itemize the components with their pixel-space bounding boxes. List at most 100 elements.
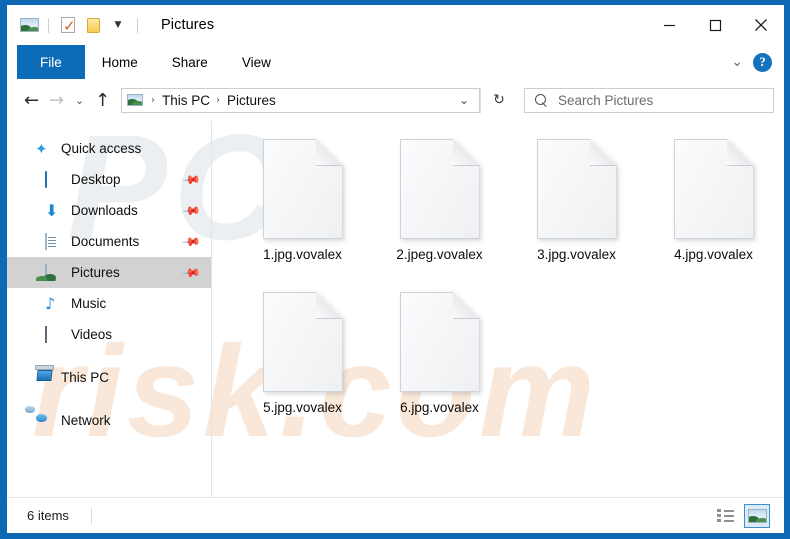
sidebar-item-label: Downloads	[71, 203, 138, 218]
search-input[interactable]: Search Pictures	[558, 93, 653, 108]
new-folder-icon[interactable]	[82, 14, 104, 36]
file-item[interactable]: 3.jpg.vovalex	[508, 139, 645, 292]
address-bar[interactable]: › This PC › Pictures ⌄	[121, 88, 480, 113]
file-list-pane[interactable]: 1.jpg.vovalex 2.jpeg.vovalex 3.jpg.voval…	[212, 121, 784, 497]
sidebar-item-downloads[interactable]: ⬇ Downloads 📌	[7, 195, 211, 226]
breadcrumb-separator: ›	[148, 95, 159, 106]
file-grid: 1.jpg.vovalex 2.jpeg.vovalex 3.jpg.voval…	[234, 139, 784, 445]
file-name-label: 2.jpeg.vovalex	[396, 247, 482, 262]
folder-picture-icon[interactable]	[18, 14, 40, 36]
this-pc-icon	[35, 370, 52, 386]
pin-icon[interactable]: 📌	[181, 200, 201, 220]
sidebar-item-network[interactable]: Network	[7, 405, 211, 436]
tab-view[interactable]: View	[225, 45, 288, 79]
breadcrumb-separator-2: ›	[213, 95, 224, 106]
sidebar-spacer	[7, 350, 211, 362]
explorer-window: ✓ ▼ Pictures	[0, 0, 790, 539]
search-icon	[535, 94, 548, 107]
file-name-label: 3.jpg.vovalex	[537, 247, 616, 262]
close-button[interactable]	[738, 5, 784, 45]
file-name-label: 4.jpg.vovalex	[674, 247, 753, 262]
sidebar-item-this-pc[interactable]: This PC	[7, 362, 211, 393]
properties-glyph: ✓	[61, 17, 75, 33]
sidebar-item-music[interactable]: ♪ Music	[7, 288, 211, 319]
blank-file-icon	[263, 139, 343, 239]
breadcrumb-pictures-icon	[127, 94, 143, 106]
sidebar-item-label: Music	[71, 296, 106, 311]
expand-ribbon-chevron-down-icon[interactable]: ⌄	[731, 54, 743, 70]
blank-file-icon	[400, 292, 480, 392]
pictures-glyph	[127, 94, 143, 106]
title-bar: ✓ ▼ Pictures	[7, 5, 784, 45]
desktop-icon	[45, 172, 62, 188]
sidebar-item-desktop[interactable]: Desktop 📌	[7, 164, 211, 195]
window-controls	[646, 5, 784, 45]
tab-home[interactable]: Home	[85, 45, 155, 79]
help-button[interactable]: ?	[753, 53, 772, 72]
details-view-icon	[717, 509, 734, 522]
pictures-glyph	[20, 18, 39, 32]
tab-share[interactable]: Share	[155, 45, 225, 79]
sidebar-item-quick-access[interactable]: ✦ Quick access	[7, 133, 211, 164]
sidebar-item-label: Documents	[71, 234, 139, 249]
documents-icon	[45, 234, 62, 250]
forward-button[interactable]: →	[44, 87, 69, 113]
toolbar-divider	[48, 18, 49, 33]
status-divider	[91, 508, 92, 524]
pin-icon[interactable]: 📌	[181, 169, 201, 189]
breadcrumb-pictures[interactable]: Pictures	[224, 93, 279, 108]
pin-icon[interactable]: 📌	[181, 262, 201, 282]
sidebar-item-label: Desktop	[71, 172, 121, 187]
star-icon: ✦	[35, 141, 52, 157]
file-name-label: 6.jpg.vovalex	[400, 400, 479, 415]
chevron-down-glyph: ▼	[115, 21, 122, 30]
sidebar-item-label: Network	[61, 413, 111, 428]
sidebar-item-label: Pictures	[71, 265, 120, 280]
blank-file-icon	[537, 139, 617, 239]
view-mode-buttons	[712, 504, 784, 528]
maximize-button[interactable]	[692, 5, 738, 45]
file-item[interactable]: 5.jpg.vovalex	[234, 292, 371, 445]
back-button[interactable]: ←	[19, 87, 44, 113]
download-icon: ⬇	[45, 203, 62, 219]
properties-icon[interactable]: ✓	[57, 14, 79, 36]
details-view-button[interactable]	[712, 504, 738, 528]
pin-icon[interactable]: 📌	[181, 231, 201, 251]
minimize-icon	[663, 19, 676, 32]
search-box[interactable]: Search Pictures	[524, 88, 774, 113]
explorer-body: PC risk.com ✦ Quick access Desktop 📌 ⬇ D…	[7, 121, 784, 497]
large-icons-view-button[interactable]	[744, 504, 770, 528]
file-item[interactable]: 2.jpeg.vovalex	[371, 139, 508, 292]
breadcrumb-this-pc[interactable]: This PC	[159, 93, 213, 108]
refresh-button[interactable]: ↻	[480, 88, 517, 113]
music-icon: ♪	[45, 296, 62, 312]
videos-icon	[45, 327, 62, 343]
pictures-icon	[45, 265, 62, 281]
file-item[interactable]: 4.jpg.vovalex	[645, 139, 782, 292]
address-chevron-down-icon[interactable]: ⌄	[449, 93, 479, 107]
large-icons-view-icon	[748, 509, 767, 523]
sidebar-item-documents[interactable]: Documents 📌	[7, 226, 211, 257]
item-count-label: 6 items	[27, 508, 69, 523]
sidebar-item-label: This PC	[61, 370, 109, 385]
toolbar-divider-2	[137, 18, 138, 33]
recent-locations-chevron-down-icon[interactable]: ⌄	[69, 87, 90, 113]
blank-file-icon	[400, 139, 480, 239]
up-button[interactable]: ↑	[90, 87, 115, 113]
navigation-pane: ✦ Quick access Desktop 📌 ⬇ Downloads 📌 D…	[7, 121, 212, 497]
customize-chevron-icon[interactable]: ▼	[107, 14, 129, 36]
address-toolbar: ← → ⌄ ↑ › This PC › Pictures ⌄ ↻ Search …	[7, 79, 784, 121]
sidebar-item-videos[interactable]: Videos	[7, 319, 211, 350]
file-item[interactable]: 6.jpg.vovalex	[371, 292, 508, 445]
maximize-icon	[709, 19, 722, 32]
ribbon-tab-bar: File Home Share View ⌄ ?	[7, 45, 784, 79]
sidebar-item-label: Quick access	[61, 141, 141, 156]
tab-file[interactable]: File	[17, 45, 85, 79]
network-icon	[35, 413, 52, 429]
minimize-button[interactable]	[646, 5, 692, 45]
file-name-label: 5.jpg.vovalex	[263, 400, 342, 415]
close-icon	[754, 18, 768, 32]
sidebar-item-pictures[interactable]: Pictures 📌	[7, 257, 211, 288]
file-item[interactable]: 1.jpg.vovalex	[234, 139, 371, 292]
blank-file-icon	[674, 139, 754, 239]
